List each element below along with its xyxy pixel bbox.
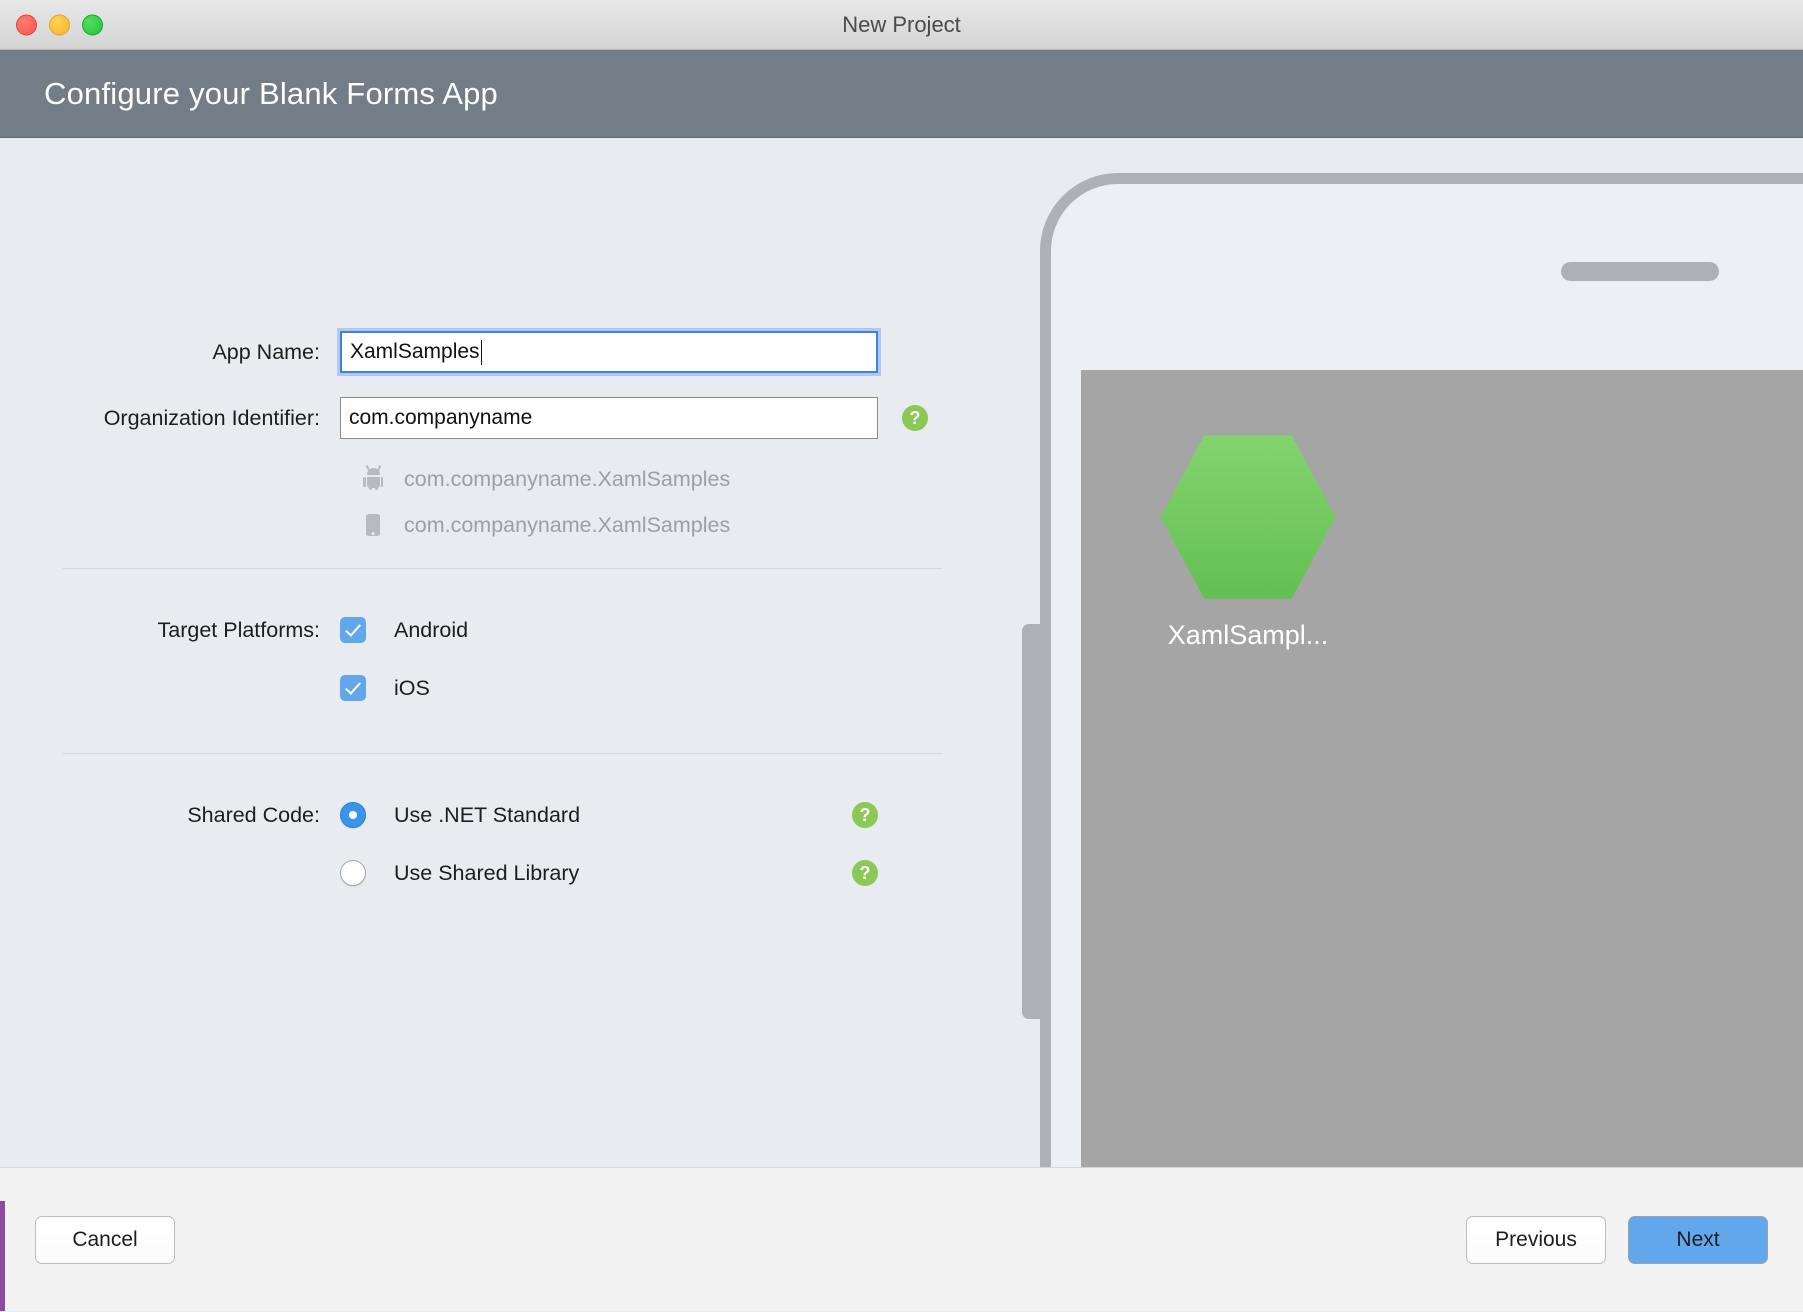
target-platform-android-row: Target Platforms: Android: [0, 601, 1010, 659]
window-title: New Project: [0, 12, 1803, 38]
list-item: com.companyname.XamlSamples: [360, 502, 1010, 548]
minimize-window-button[interactable]: [49, 14, 70, 35]
page-title: Configure your Blank Forms App: [44, 76, 498, 112]
text-cursor: [481, 340, 483, 365]
radio-use-shared-library-label: Use Shared Library: [394, 861, 579, 886]
radio-use-shared-library[interactable]: [340, 860, 366, 886]
checkbox-android-label: Android: [394, 618, 468, 643]
phone-speaker-icon: [1561, 262, 1719, 281]
phone-volume-button-icon: [1022, 624, 1042, 1019]
next-button[interactable]: Next: [1628, 1216, 1768, 1264]
cancel-button[interactable]: Cancel: [35, 1216, 175, 1264]
phone-mockup: XamlSampl...: [1040, 173, 1803, 1167]
shared-code-shared-library-row: Use Shared Library ?: [0, 844, 1010, 902]
shared-code-label: Shared Code:: [0, 803, 340, 828]
help-icon[interactable]: ?: [852, 802, 878, 828]
target-platforms-group: Target Platforms: Android iOS: [0, 569, 1010, 717]
checkbox-android[interactable]: [340, 617, 366, 643]
new-project-window: New Project Configure your Blank Forms A…: [0, 0, 1803, 1312]
project-config-form: App Name: XamlSamples Organization Ident…: [0, 138, 1010, 1167]
shared-code-net-standard-row: Shared Code: Use .NET Standard ?: [0, 786, 1010, 844]
organization-identifier-input[interactable]: com.companyname: [340, 397, 878, 439]
app-name-label: App Name:: [0, 340, 340, 365]
checkbox-ios[interactable]: [340, 675, 366, 701]
phone-screen: XamlSampl...: [1081, 370, 1803, 1167]
app-name-value: XamlSamples: [350, 340, 480, 364]
page-header-banner: Configure your Blank Forms App: [0, 50, 1803, 138]
shared-code-group: Shared Code: Use .NET Standard ? Use Sha…: [0, 754, 1010, 902]
app-name-row: App Name: XamlSamples: [0, 331, 1010, 373]
android-icon: [360, 468, 386, 490]
app-icon-label: XamlSampl...: [1133, 620, 1363, 651]
footer-right-buttons: Previous Next: [1466, 1216, 1768, 1264]
help-icon[interactable]: ?: [902, 405, 928, 431]
bundle-id-ios: com.companyname.XamlSamples: [404, 513, 730, 538]
radio-use-net-standard-label: Use .NET Standard: [394, 803, 580, 828]
organization-identifier-row: Organization Identifier: com.companyname…: [0, 397, 1010, 439]
radio-use-net-standard[interactable]: [340, 802, 366, 828]
target-platform-ios-row: iOS: [0, 659, 1010, 717]
list-item: com.companyname.XamlSamples: [360, 456, 1010, 502]
dialog-body: XamlSampl... App Name: XamlSamples Organ…: [0, 138, 1803, 1167]
bundle-id-android: com.companyname.XamlSamples: [404, 467, 730, 492]
organization-identifier-label: Organization Identifier:: [0, 406, 340, 431]
device-preview-panel: XamlSampl...: [1000, 138, 1803, 1167]
traffic-lights: [16, 14, 103, 35]
app-name-input[interactable]: XamlSamples: [340, 331, 878, 373]
target-platforms-label: Target Platforms:: [0, 618, 340, 643]
maximize-window-button[interactable]: [82, 14, 103, 35]
window-titlebar: New Project: [0, 0, 1803, 50]
previous-button[interactable]: Previous: [1466, 1216, 1606, 1264]
window-accent-edge: [0, 1201, 5, 1311]
iphone-icon: [360, 514, 386, 536]
bundle-id-preview-list: com.companyname.XamlSamples com.companyn…: [0, 456, 1010, 548]
organization-identifier-value: com.companyname: [349, 406, 532, 430]
hexagon-icon: [1161, 432, 1336, 602]
checkbox-ios-label: iOS: [394, 676, 430, 701]
help-icon[interactable]: ?: [852, 860, 878, 886]
close-window-button[interactable]: [16, 14, 37, 35]
app-icon: XamlSampl...: [1133, 432, 1363, 651]
dialog-footer: Cancel Previous Next: [0, 1167, 1803, 1311]
